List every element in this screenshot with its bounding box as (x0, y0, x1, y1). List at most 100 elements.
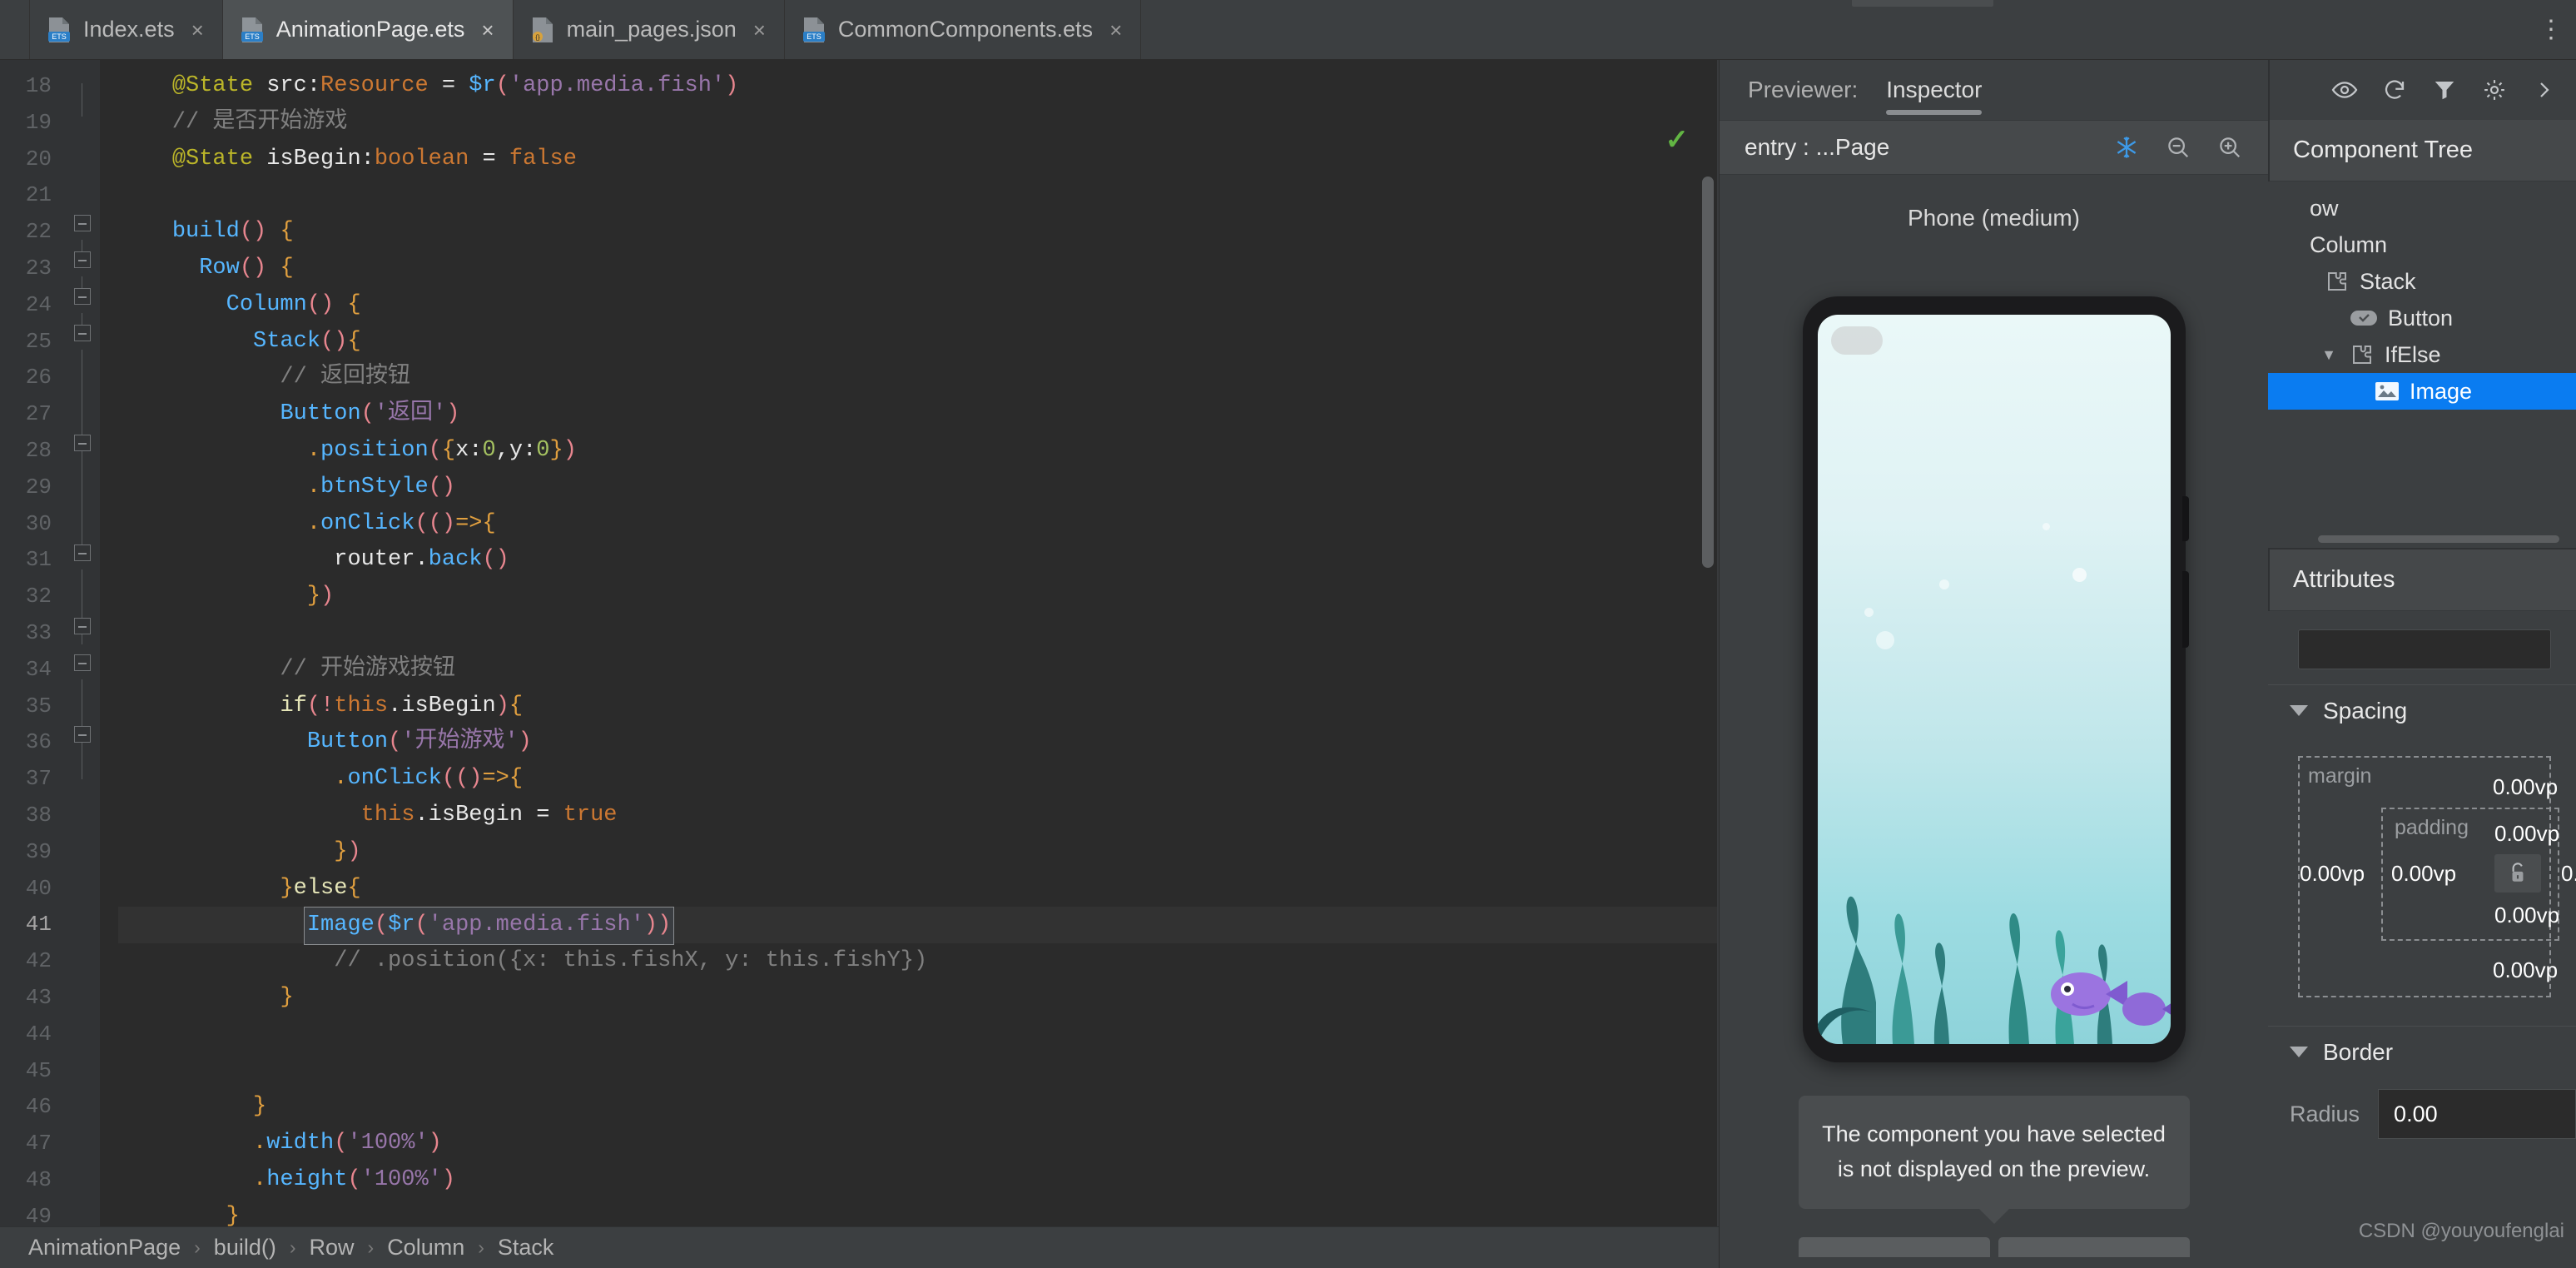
preview-action-button[interactable] (1798, 1236, 1990, 1257)
chevron-down-icon[interactable]: ▼ (2318, 346, 2340, 364)
tab-index-ets[interactable]: ETS Index.ets × (30, 0, 223, 59)
code-line[interactable]: Row() { (118, 251, 1719, 287)
tab-overflow-menu-icon[interactable]: ⋮ (2528, 0, 2576, 59)
breadcrumb-item[interactable]: Column (387, 1235, 464, 1261)
code-line[interactable]: Image($r('app.media.fish')) (118, 907, 1719, 946)
code-line[interactable] (118, 615, 1719, 652)
code-line[interactable]: // 返回按钮 (118, 360, 1719, 396)
code-line[interactable]: .width('100%') (118, 1126, 1719, 1162)
padding-top-value[interactable]: 0.00vp (2494, 821, 2559, 847)
code-line[interactable]: .btnStyle() (118, 470, 1719, 506)
close-icon[interactable]: × (753, 19, 766, 41)
code-token: ( (347, 1166, 361, 1192)
code-line[interactable]: } (118, 1199, 1719, 1226)
fold-marker-row[interactable] (74, 251, 91, 268)
margin-top-value[interactable]: 0.00vp (2493, 774, 2558, 800)
padding-left-value[interactable]: 0.00vp (2391, 861, 2456, 887)
section-border-header[interactable]: Border (2268, 1026, 2576, 1077)
code-line[interactable]: .onClick(()=>{ (118, 761, 1719, 798)
selected-code-span[interactable]: Image($r('app.media.fish')) (303, 907, 675, 946)
line-number: 46 (25, 1094, 52, 1120)
breadcrumb-item[interactable]: Row (310, 1235, 355, 1261)
code-line[interactable] (118, 1053, 1719, 1090)
tab-inspector[interactable]: Inspector (1886, 60, 1983, 120)
phone-screen[interactable] (1817, 315, 2171, 1044)
fold-marker-end[interactable] (74, 726, 91, 743)
code-fold-column[interactable] (65, 60, 100, 1226)
spacing-editor: margin padding 0.00vp 0.00vp 0.00vp 0.00… (2298, 756, 2576, 997)
code-line[interactable]: Button('开始游戏') (118, 724, 1719, 761)
tree-item-stack[interactable]: Stack (2268, 263, 2576, 300)
fold-marker-column[interactable] (74, 288, 91, 305)
editor-vertical-scrollbar[interactable] (1702, 177, 1714, 568)
fold-marker-stack[interactable] (74, 325, 91, 341)
breadcrumb-item[interactable]: build() (214, 1235, 276, 1261)
preview-back-button[interactable] (1830, 326, 1883, 355)
code-line[interactable]: } (118, 1089, 1719, 1126)
code-line[interactable]: // 是否开始游戏 (118, 105, 1719, 142)
refresh-icon[interactable] (2376, 72, 2413, 108)
code-token: : (306, 73, 321, 98)
code-line[interactable] (118, 177, 1719, 214)
close-icon[interactable]: × (1109, 19, 1122, 41)
preview-action-button[interactable] (1998, 1236, 2190, 1257)
zoom-in-icon[interactable] (2211, 129, 2248, 166)
code-line[interactable]: this.isBegin = true (118, 798, 1719, 834)
fold-marker-else[interactable] (74, 654, 91, 671)
fold-marker-onclick[interactable] (74, 435, 91, 451)
code-line[interactable]: }) (118, 834, 1719, 871)
tree-item-button[interactable]: Button (2268, 300, 2576, 336)
tree-item-ow[interactable]: ow (2268, 190, 2576, 226)
code-token: onClick (320, 510, 415, 536)
tab-commoncomponents-ets[interactable]: ETS CommonComponents.ets × (784, 0, 1142, 59)
fold-marker-onclick2[interactable] (74, 618, 91, 634)
code-line[interactable]: }else{ (118, 871, 1719, 907)
tree-item-ifelse[interactable]: ▼ IfElse (2268, 336, 2576, 373)
filter-icon[interactable] (2426, 72, 2463, 108)
code-line[interactable]: .onClick(()=>{ (118, 506, 1719, 543)
padding-bottom-value[interactable]: 0.00vp (2494, 903, 2559, 928)
code-line[interactable]: build() { (118, 214, 1719, 251)
code-line[interactable]: @State src:Resource = $r('app.media.fish… (118, 68, 1719, 105)
close-icon[interactable]: × (191, 19, 204, 41)
code-line[interactable]: Column() { (118, 287, 1719, 324)
tab-main-pages-json[interactable]: {} main_pages.json × (513, 0, 785, 59)
code-line[interactable] (118, 1017, 1719, 1053)
code-line[interactable]: .height('100%') (118, 1162, 1719, 1199)
code-editor-body[interactable]: 18 19 20 21 22 23 24 25 26 27 28 29 30 31 32 33 34 35 36 37… (0, 60, 1719, 1226)
snowflake-icon[interactable] (2108, 129, 2145, 166)
fold-marker-build[interactable] (74, 215, 91, 231)
component-tree[interactable]: ow Column Stack Button ▼ IfElse Image (2268, 181, 2576, 548)
chevron-right-icon[interactable] (2526, 72, 2563, 108)
code-line[interactable]: }) (118, 579, 1719, 615)
close-icon[interactable]: × (481, 19, 494, 41)
tree-horizontal-scrollbar[interactable] (2318, 535, 2559, 543)
code-line[interactable]: .position({x:0,y:0}) (118, 433, 1719, 470)
code-text-area[interactable]: @State src:Resource = $r('app.media.fish… (100, 60, 1719, 1226)
code-line[interactable]: // 开始游戏按钮 (118, 652, 1719, 689)
tab-animationpage-ets[interactable]: ETS AnimationPage.ets × (222, 0, 514, 59)
breadcrumb-item[interactable]: Stack (498, 1235, 554, 1261)
code-line[interactable]: if(!this.isBegin){ (118, 689, 1719, 725)
code-line[interactable]: Stack(){ (118, 324, 1719, 361)
attribute-name-input[interactable] (2298, 629, 2551, 669)
margin-bottom-value[interactable]: 0.00vp (2493, 957, 2558, 983)
eye-icon[interactable] (2326, 72, 2363, 108)
section-spacing-header[interactable]: Spacing (2268, 684, 2576, 736)
gear-icon[interactable] (2476, 72, 2513, 108)
code-line[interactable]: @State isBegin:boolean = false (118, 142, 1719, 178)
code-line[interactable]: router.back() (118, 542, 1719, 579)
radius-input[interactable]: 0.00 (2378, 1089, 2576, 1139)
code-token: src (266, 73, 307, 98)
margin-left-value[interactable]: 0.00vp (2300, 861, 2365, 887)
fold-marker-if[interactable] (74, 544, 91, 561)
unlock-icon[interactable] (2494, 854, 2541, 893)
code-line[interactable]: Button('返回') (118, 396, 1719, 433)
code-line[interactable]: // .position({x: this.fishX, y: this.fis… (118, 943, 1719, 980)
tree-item-image[interactable]: Image (2268, 373, 2576, 410)
zoom-out-icon[interactable] (2160, 129, 2196, 166)
tree-item-column[interactable]: Column (2268, 226, 2576, 263)
code-line[interactable]: } (118, 980, 1719, 1017)
padding-right-value[interactable]: 0.00vp (2561, 861, 2576, 887)
breadcrumb-item[interactable]: AnimationPage (28, 1235, 181, 1261)
